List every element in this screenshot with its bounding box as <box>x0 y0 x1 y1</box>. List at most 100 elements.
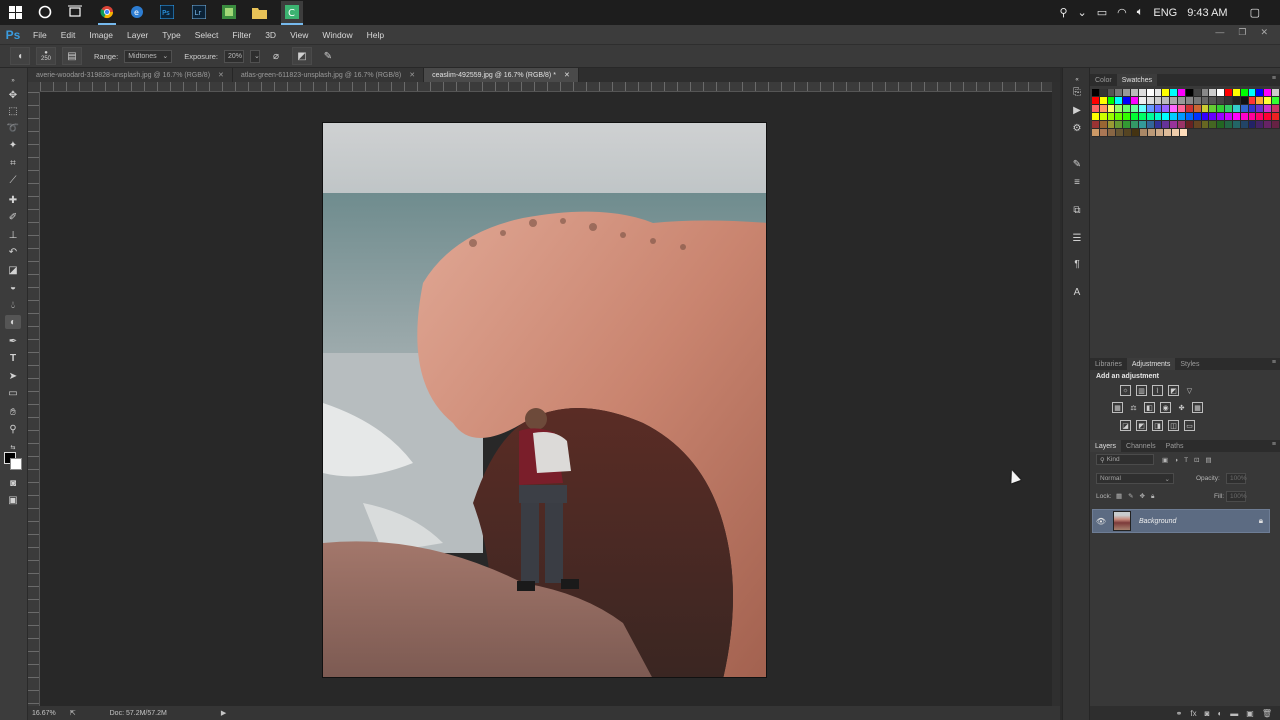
color-swatch[interactable] <box>1201 105 1210 113</box>
color-swatch[interactable] <box>1185 113 1194 121</box>
selective-color-icon[interactable]: ▭ <box>1184 420 1195 431</box>
color-swatch[interactable] <box>1232 89 1241 97</box>
threshold-icon[interactable]: ◨ <box>1152 420 1163 431</box>
color-swatch[interactable] <box>1099 113 1108 121</box>
tab-paths[interactable]: Paths <box>1161 440 1189 452</box>
lasso-tool-icon[interactable]: ➰ <box>5 121 21 135</box>
color-swatch[interactable] <box>1248 105 1257 113</box>
new-layer-icon[interactable]: ▣ <box>1246 709 1254 718</box>
color-swatch[interactable] <box>1264 121 1273 129</box>
close-icon[interactable]: ✕ <box>1260 27 1268 38</box>
menu-type[interactable]: Type <box>155 30 187 40</box>
layer-name[interactable]: Background <box>1139 518 1176 525</box>
color-swatch[interactable] <box>1162 113 1171 121</box>
tab-document[interactable]: atlas-green-611823-unsplash.jpg @ 16.7% … <box>232 68 425 82</box>
color-swatch[interactable] <box>1240 121 1249 129</box>
color-swatch[interactable] <box>1099 121 1108 129</box>
color-swatch[interactable] <box>1232 113 1241 121</box>
color-swatch[interactable] <box>1225 121 1233 129</box>
opacity-field[interactable]: 100% <box>1226 473 1247 484</box>
color-swatch[interactable] <box>1131 105 1139 113</box>
hand-tool-icon[interactable]: ✋︎ <box>5 405 21 419</box>
brush-panel-icon[interactable]: ▤ <box>62 47 82 65</box>
color-swatch[interactable] <box>1123 97 1132 105</box>
color-swatch[interactable] <box>1140 129 1148 137</box>
color-swatch[interactable] <box>1201 89 1210 97</box>
horizontal-ruler[interactable] <box>40 82 1052 92</box>
visibility-eye-icon[interactable]: 👁︎ <box>1093 517 1109 526</box>
color-swatch[interactable] <box>1116 129 1124 137</box>
background-color-swatch[interactable] <box>10 458 22 470</box>
share-icon[interactable]: ⇱ <box>70 709 76 717</box>
invert-icon[interactable]: ◪ <box>1120 420 1131 431</box>
pen-tool-icon[interactable]: ✒ <box>5 334 21 348</box>
channel-mixer-icon[interactable]: ✤ <box>1176 402 1187 413</box>
menu-window[interactable]: Window <box>315 30 359 40</box>
tab-swatches[interactable]: Swatches <box>1116 74 1158 86</box>
quick-mask-icon[interactable]: ◙ <box>5 476 21 490</box>
color-swatch[interactable] <box>1107 121 1116 129</box>
color-swatch[interactable] <box>1092 129 1100 137</box>
color-swatch[interactable] <box>1092 97 1100 105</box>
status-menu-arrow-icon[interactable]: ▶ <box>221 709 226 717</box>
filter-kind-select[interactable]: ⚲ Kind <box>1096 454 1154 465</box>
color-swatch[interactable] <box>1115 89 1124 97</box>
color-swatch[interactable] <box>1162 89 1171 97</box>
minimize-icon[interactable]: — <box>1215 27 1224 38</box>
color-swatch[interactable] <box>1146 89 1155 97</box>
color-swatch[interactable] <box>1138 105 1147 113</box>
color-swatch[interactable] <box>1099 105 1108 113</box>
green-app-icon[interactable] <box>220 3 238 21</box>
color-swatch[interactable] <box>1248 97 1257 105</box>
color-swatch[interactable] <box>1240 113 1249 121</box>
restore-icon[interactable]: ❐ <box>1238 27 1246 38</box>
color-swatch[interactable] <box>1162 105 1171 113</box>
color-swatch[interactable] <box>1115 105 1124 113</box>
color-swatch[interactable] <box>1240 105 1249 113</box>
marquee-tool-icon[interactable]: ⬚ <box>5 104 21 118</box>
eraser-tool-icon[interactable]: ◪ <box>5 263 21 277</box>
color-swatch[interactable] <box>1272 105 1280 113</box>
color-swatch[interactable] <box>1131 89 1139 97</box>
color-swatch[interactable] <box>1209 89 1218 97</box>
file-explorer-icon[interactable] <box>250 3 268 21</box>
color-swatch[interactable] <box>1264 105 1273 113</box>
color-swatch[interactable] <box>1138 97 1147 105</box>
clone-source-icon[interactable]: ⧉ <box>1069 202 1085 218</box>
crop-tool-icon[interactable]: ⌗ <box>5 156 21 170</box>
edge-icon[interactable]: e <box>128 3 146 21</box>
color-swatch[interactable] <box>1178 89 1186 97</box>
color-swatch[interactable] <box>1256 105 1265 113</box>
color-balance-icon[interactable]: ⚖ <box>1128 402 1139 413</box>
color-swatch[interactable] <box>1201 113 1210 121</box>
vibrance-icon[interactable]: ▽ <box>1184 385 1195 396</box>
color-swatch[interactable] <box>1099 89 1108 97</box>
color-swatch[interactable] <box>1138 113 1147 121</box>
lightroom-icon[interactable]: Lr <box>190 3 208 21</box>
color-swatch[interactable] <box>1154 121 1163 129</box>
panel-menu-icon[interactable]: ≡ <box>1272 359 1276 366</box>
color-swatch[interactable] <box>1272 97 1280 105</box>
blur-tool-icon[interactable]: 💧︎ <box>5 298 21 312</box>
hue-saturation-icon[interactable]: ▦ <box>1112 402 1123 413</box>
vertical-ruler[interactable] <box>28 92 40 706</box>
brush-settings-icon[interactable]: ≡ <box>1069 174 1085 190</box>
clone-stamp-icon[interactable]: ⊥ <box>5 228 21 242</box>
color-swatch[interactable] <box>1193 121 1202 129</box>
color-swatch[interactable] <box>1209 113 1218 121</box>
color-swatch[interactable] <box>1115 113 1124 121</box>
language-indicator[interactable]: ENG <box>1153 7 1177 19</box>
canvas-area[interactable] <box>40 92 1052 706</box>
add-mask-icon[interactable]: ◙ <box>1205 709 1210 718</box>
color-swatch[interactable] <box>1217 121 1226 129</box>
brush-size-picker[interactable]: ● 250 <box>36 47 56 65</box>
battery-icon[interactable]: ▭ <box>1097 6 1107 19</box>
color-swatch[interactable] <box>1108 129 1116 137</box>
color-swatch[interactable] <box>1232 105 1241 113</box>
color-swatch[interactable] <box>1217 97 1226 105</box>
rectangle-tool-icon[interactable]: ▭ <box>5 386 21 400</box>
color-swatch[interactable] <box>1256 121 1265 129</box>
magic-wand-icon[interactable]: ✦ <box>5 138 21 152</box>
exposure-field[interactable]: 20% <box>223 49 244 63</box>
color-swatch[interactable] <box>1225 89 1233 97</box>
